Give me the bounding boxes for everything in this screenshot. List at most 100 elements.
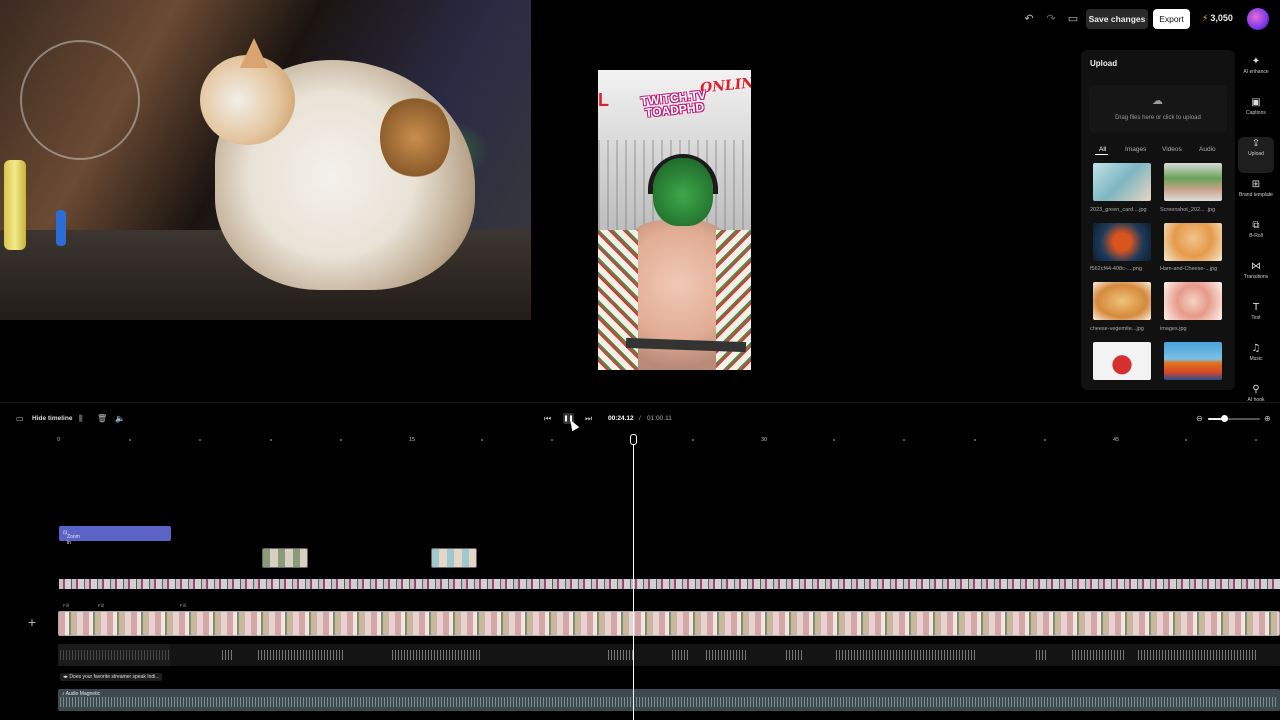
caption-track-label[interactable]: ◂▸ Does your favorite streamer speak Ind… bbox=[60, 673, 163, 681]
sidebar-item-label: Captions bbox=[1246, 110, 1266, 116]
media-thumbnail[interactable] bbox=[1164, 342, 1222, 380]
caption-track-text: Does your favorite streamer speak Indi..… bbox=[69, 674, 160, 680]
waveform bbox=[672, 650, 688, 660]
save-changes-button[interactable]: Save changes bbox=[1086, 9, 1148, 29]
ruler-label: 30 bbox=[761, 437, 768, 443]
zoom-in-icon[interactable]: ⊕ bbox=[1264, 414, 1271, 423]
ruler-tick bbox=[270, 439, 272, 441]
ruler-tick bbox=[903, 439, 905, 441]
media-thumbnail[interactable] bbox=[1093, 163, 1151, 201]
sidebar-item-b-roll[interactable]: ⧉ B-Roll bbox=[1238, 219, 1274, 255]
tab-all[interactable]: All bbox=[1099, 146, 1106, 153]
media-thumbnail[interactable] bbox=[1164, 163, 1222, 201]
sidebar-item-label: Brand template bbox=[1239, 192, 1273, 198]
waveform bbox=[608, 650, 634, 660]
skip-forward-icon[interactable]: ⏭ bbox=[585, 414, 592, 424]
tab-images[interactable]: Images bbox=[1125, 146, 1146, 153]
tab-videos[interactable]: Videos bbox=[1162, 146, 1182, 153]
skip-back-icon[interactable]: ⏮ bbox=[544, 414, 551, 424]
playhead-handle[interactable] bbox=[630, 434, 637, 445]
image-overlay-clip[interactable] bbox=[431, 548, 477, 568]
tab-audio[interactable]: Audio bbox=[1199, 146, 1216, 153]
zoom-out-icon[interactable]: ⊖ bbox=[1196, 414, 1203, 423]
media-filename: 2023_green_card....jpg bbox=[1090, 207, 1147, 213]
upload-dropzone[interactable]: ☁ Drag files here or click to upload bbox=[1089, 85, 1227, 133]
zoom-clip-label: ⊡ Zoom in bbox=[63, 530, 80, 546]
waveform bbox=[1138, 650, 1258, 660]
dropzone-text: Drag files here or click to upload bbox=[1115, 115, 1201, 121]
monitor-icon[interactable]: ▭ bbox=[1066, 12, 1080, 26]
ruler-label: 15 bbox=[409, 437, 416, 443]
person-head-image bbox=[653, 158, 713, 226]
sidebar-item-text[interactable]: T Text bbox=[1238, 301, 1274, 337]
ruler-tick bbox=[481, 439, 483, 441]
zoom-slider-handle[interactable] bbox=[1221, 415, 1228, 422]
main-video-track[interactable] bbox=[58, 611, 1280, 636]
ruler-tick bbox=[1185, 439, 1187, 441]
redo-icon[interactable]: ↷ bbox=[1044, 12, 1058, 26]
cables-image bbox=[20, 40, 140, 160]
overlay-text-left: L bbox=[598, 90, 609, 110]
sidebar-item-ai-enhance[interactable]: ✦ AI enhance bbox=[1238, 55, 1274, 91]
export-button[interactable]: Export bbox=[1153, 9, 1190, 29]
music-track-text: Audio Magnetic bbox=[65, 691, 101, 697]
waveform bbox=[786, 650, 804, 660]
split-icon[interactable]: ⫼ bbox=[79, 414, 83, 424]
zoom-effect-clip[interactable]: ⊡ Zoom in bbox=[59, 526, 171, 546]
ruler-tick bbox=[974, 439, 976, 441]
waveform bbox=[258, 650, 343, 660]
fill-label: Fill bbox=[180, 603, 186, 608]
overlay-text-main: TWITCH.TV TOADPHD bbox=[640, 87, 707, 121]
ruler-tick bbox=[199, 439, 201, 441]
credits-value: 3,050 bbox=[1210, 13, 1233, 23]
sidebar-item-brand-template[interactable]: ⊞ Brand template bbox=[1238, 178, 1274, 214]
add-track-button[interactable]: + bbox=[26, 617, 38, 629]
brand-icon: ⊞ bbox=[1251, 179, 1261, 190]
image-overlay-clip[interactable] bbox=[262, 548, 308, 568]
sidebar-item-label: Upload bbox=[1248, 151, 1264, 157]
volume-icon[interactable]: 🔈 bbox=[115, 414, 125, 423]
current-time: 00:24.12 bbox=[608, 415, 634, 422]
upload-icon: ⇪ bbox=[1251, 138, 1261, 149]
ruler-tick bbox=[551, 439, 553, 441]
trash-icon[interactable]: 🗑 bbox=[97, 414, 107, 423]
waveform bbox=[222, 650, 232, 660]
total-time: 01:00.11 bbox=[647, 415, 672, 422]
media-filename: images.jpg bbox=[1160, 326, 1187, 332]
panel-title: Upload bbox=[1090, 59, 1118, 68]
media-filename: Ham-and-Cheese-...jpg bbox=[1160, 266, 1218, 272]
overlay-video-track[interactable] bbox=[59, 579, 1280, 589]
sidebar-item-upload[interactable]: ⇪ Upload bbox=[1238, 137, 1274, 173]
sidebar-item-label: Music bbox=[1249, 356, 1263, 362]
sidebar-item-label: B-Roll bbox=[1249, 233, 1263, 239]
media-thumbnail[interactable] bbox=[1164, 282, 1222, 320]
ruler-tick bbox=[1255, 439, 1257, 441]
undo-icon[interactable]: ↶ bbox=[1022, 12, 1036, 26]
sidebar-item-music[interactable]: ♫ Music bbox=[1238, 342, 1274, 378]
waveform bbox=[392, 650, 482, 660]
captions-icon: ▣ bbox=[1251, 97, 1261, 108]
sidebar-item-transitions[interactable]: ⋈ Transitions bbox=[1238, 260, 1274, 296]
playhead-line[interactable] bbox=[633, 440, 634, 720]
cloud-upload-icon: ☁ bbox=[1152, 94, 1163, 107]
media-thumbnail[interactable] bbox=[1164, 223, 1222, 261]
music-icon: ♫ bbox=[1251, 343, 1261, 354]
vertical-video-preview[interactable]: L ONLIN TWITCH.TV TOADPHD bbox=[598, 70, 751, 370]
music-waveform bbox=[60, 697, 1278, 707]
hide-timeline-button[interactable]: Hide timeline bbox=[32, 415, 72, 422]
sidebar-item-label: Text bbox=[1251, 315, 1261, 321]
ruler-tick bbox=[340, 439, 342, 441]
ruler-tick bbox=[1044, 439, 1046, 441]
ruler-label: 45 bbox=[1113, 437, 1120, 443]
avatar[interactable] bbox=[1247, 8, 1269, 30]
waveform bbox=[1036, 650, 1048, 660]
webcam-video-preview[interactable] bbox=[0, 0, 531, 320]
sidebar-item-captions[interactable]: ▣ Captions bbox=[1238, 96, 1274, 132]
credits-counter[interactable]: ⚡ 3,050 bbox=[1202, 13, 1233, 24]
media-filename: Screenshot_202... .jpg bbox=[1160, 207, 1216, 213]
media-thumbnail[interactable] bbox=[1093, 282, 1151, 320]
media-thumbnail[interactable] bbox=[1093, 223, 1151, 261]
bottle-image bbox=[56, 210, 66, 246]
media-thumbnail[interactable] bbox=[1093, 342, 1151, 380]
hide-timeline-icon[interactable]: ▭ bbox=[16, 414, 24, 423]
